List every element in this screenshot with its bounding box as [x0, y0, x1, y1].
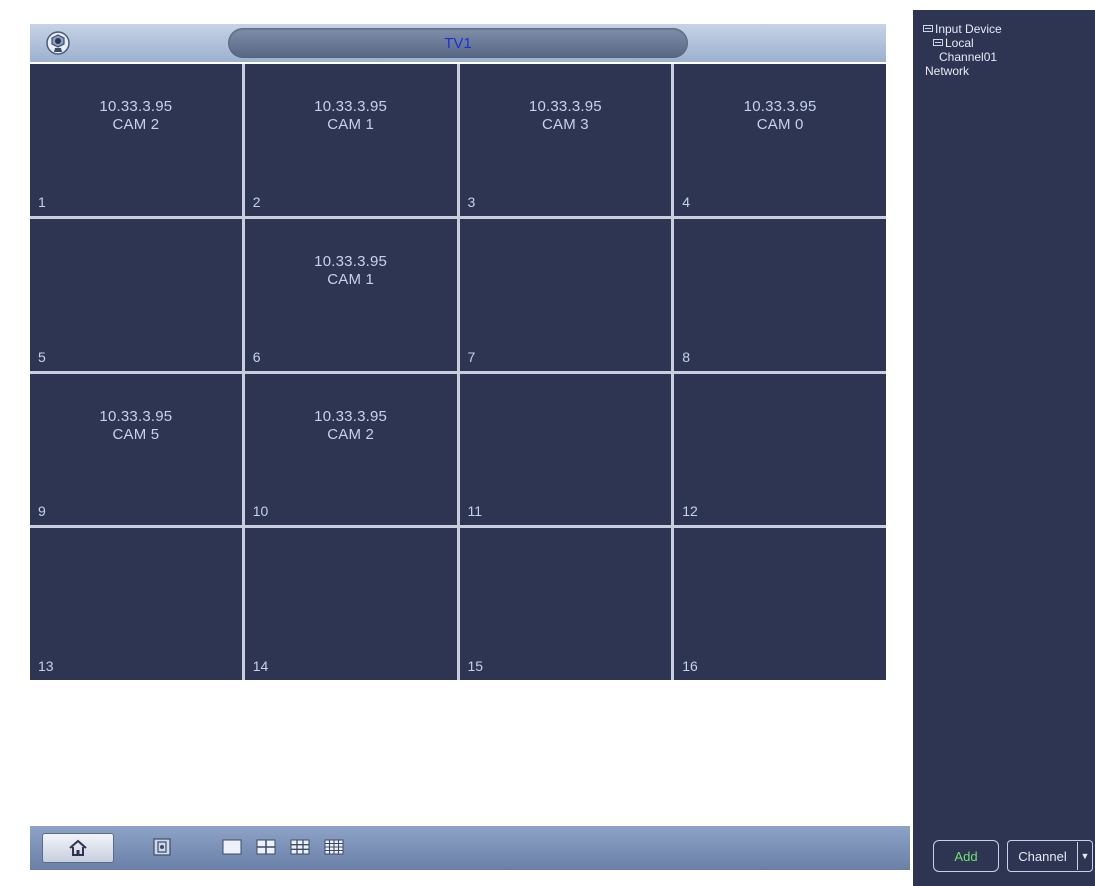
cell-number: 5: [38, 348, 46, 365]
cell-number: 14: [252, 658, 269, 674]
tree-label-channel01: Channel01: [939, 50, 998, 64]
channel-cell[interactable]: 7: [459, 218, 672, 371]
cell-number: 9: [38, 503, 46, 520]
cell-ip-address: 10.33.3.95: [314, 98, 388, 115]
tree-item-network[interactable]: Network: [923, 64, 1002, 78]
cell-number: 15: [467, 658, 484, 674]
cell-number: 12: [682, 503, 698, 520]
device-tree: Input Device Local Channel01 Network: [923, 22, 1002, 78]
channel-cell[interactable]: 13: [30, 528, 242, 680]
channel-cell[interactable]: 12: [674, 373, 886, 526]
channel-cell[interactable]: 10.33.3.95 CAM 2 1: [30, 64, 242, 216]
tv-title-pill: TV1: [228, 28, 688, 58]
layout-4-button[interactable]: [255, 837, 277, 857]
cell-number: 13: [38, 658, 54, 674]
channel-cell[interactable]: 10.33.3.95 CAM 2 10: [244, 373, 457, 526]
cell-ip-address: 10.33.3.95: [99, 98, 173, 115]
cell-number: 2: [252, 193, 261, 210]
layout-1-icon: [222, 839, 242, 855]
layout-16-icon: [324, 839, 344, 855]
layout-1-button[interactable]: [221, 837, 243, 857]
channel-cell[interactable]: 10.33.3.95 CAM 0 4: [674, 64, 886, 216]
collapse-icon[interactable]: [933, 38, 943, 46]
cell-number: 7: [467, 348, 476, 365]
add-button[interactable]: Add: [933, 840, 999, 872]
channel-cell[interactable]: 11: [459, 373, 672, 526]
split-record-button[interactable]: [151, 837, 173, 857]
cell-ip-address: 10.33.3.95: [314, 252, 388, 270]
bottom-toolbar: [30, 826, 910, 870]
cell-number: 6: [252, 348, 261, 365]
tree-label-input-device: Input Device: [935, 22, 1002, 36]
split-record-icon: [153, 838, 171, 856]
tree-item-input-device[interactable]: Input Device: [923, 22, 1002, 36]
cell-camera-name: CAM 2: [327, 425, 375, 443]
channel-cell[interactable]: 5: [30, 218, 242, 371]
cell-ip-address: 10.33.3.95: [99, 407, 173, 425]
cell-camera-name: CAM 1: [327, 116, 375, 133]
layout-9-button[interactable]: [289, 837, 311, 857]
cell-camera-name: CAM 2: [112, 116, 160, 133]
tree-item-channel01[interactable]: Channel01: [923, 50, 1002, 64]
tree-item-local[interactable]: Local: [923, 36, 1002, 50]
channel-cell[interactable]: 10.33.3.95 CAM 1 6: [244, 218, 457, 371]
cell-number: 1: [38, 193, 46, 210]
cell-camera-name: CAM 3: [541, 116, 589, 133]
collapse-icon[interactable]: [923, 24, 933, 32]
channel-cell[interactable]: 10.33.3.95 CAM 3 3: [459, 64, 672, 216]
channel-cell[interactable]: 16: [674, 528, 886, 680]
channel-grid: 10.33.3.95 CAM 2 1 10.33.3.95 CAM 1 2 10.33.3.…: [30, 64, 886, 680]
camera-logo-icon: [46, 31, 70, 55]
title-bar: TV1: [30, 24, 886, 62]
channel-cell[interactable]: 8: [674, 218, 886, 371]
channel-select[interactable]: Channel ▼: [1007, 840, 1093, 872]
chevron-down-icon[interactable]: ▼: [1077, 842, 1092, 870]
cell-number: 10: [252, 503, 269, 520]
layout-16-button[interactable]: [323, 837, 345, 857]
cell-ip-address: 10.33.3.95: [528, 98, 602, 115]
channel-cell[interactable]: 10.33.3.95 CAM 5 9: [30, 373, 242, 526]
layout-9-icon: [290, 839, 310, 855]
cell-camera-name: CAM 5: [112, 425, 160, 443]
cell-number: 3: [467, 193, 476, 210]
channel-select-value: Channel: [1018, 848, 1067, 864]
device-panel: Input Device Local Channel01 Network Add…: [913, 10, 1095, 886]
home-button[interactable]: [42, 833, 114, 863]
home-icon: [69, 839, 87, 856]
cell-number: 16: [682, 658, 698, 674]
cell-number: 11: [467, 503, 483, 520]
cell-number: 8: [682, 348, 691, 365]
layout-4-icon: [256, 839, 276, 855]
channel-cell[interactable]: 10.33.3.95 CAM 1 2: [244, 64, 457, 216]
cell-number: 4: [682, 193, 691, 210]
cell-ip-address: 10.33.3.95: [743, 98, 817, 115]
cell-camera-name: CAM 1: [327, 270, 375, 288]
channel-cell[interactable]: 14: [244, 528, 457, 680]
channel-cell[interactable]: 15: [459, 528, 672, 680]
cell-camera-name: CAM 0: [756, 116, 804, 133]
tree-label-network: Network: [925, 64, 970, 78]
tree-label-local: Local: [945, 36, 974, 50]
page-title: TV1: [444, 34, 472, 52]
cell-ip-address: 10.33.3.95: [314, 407, 388, 425]
